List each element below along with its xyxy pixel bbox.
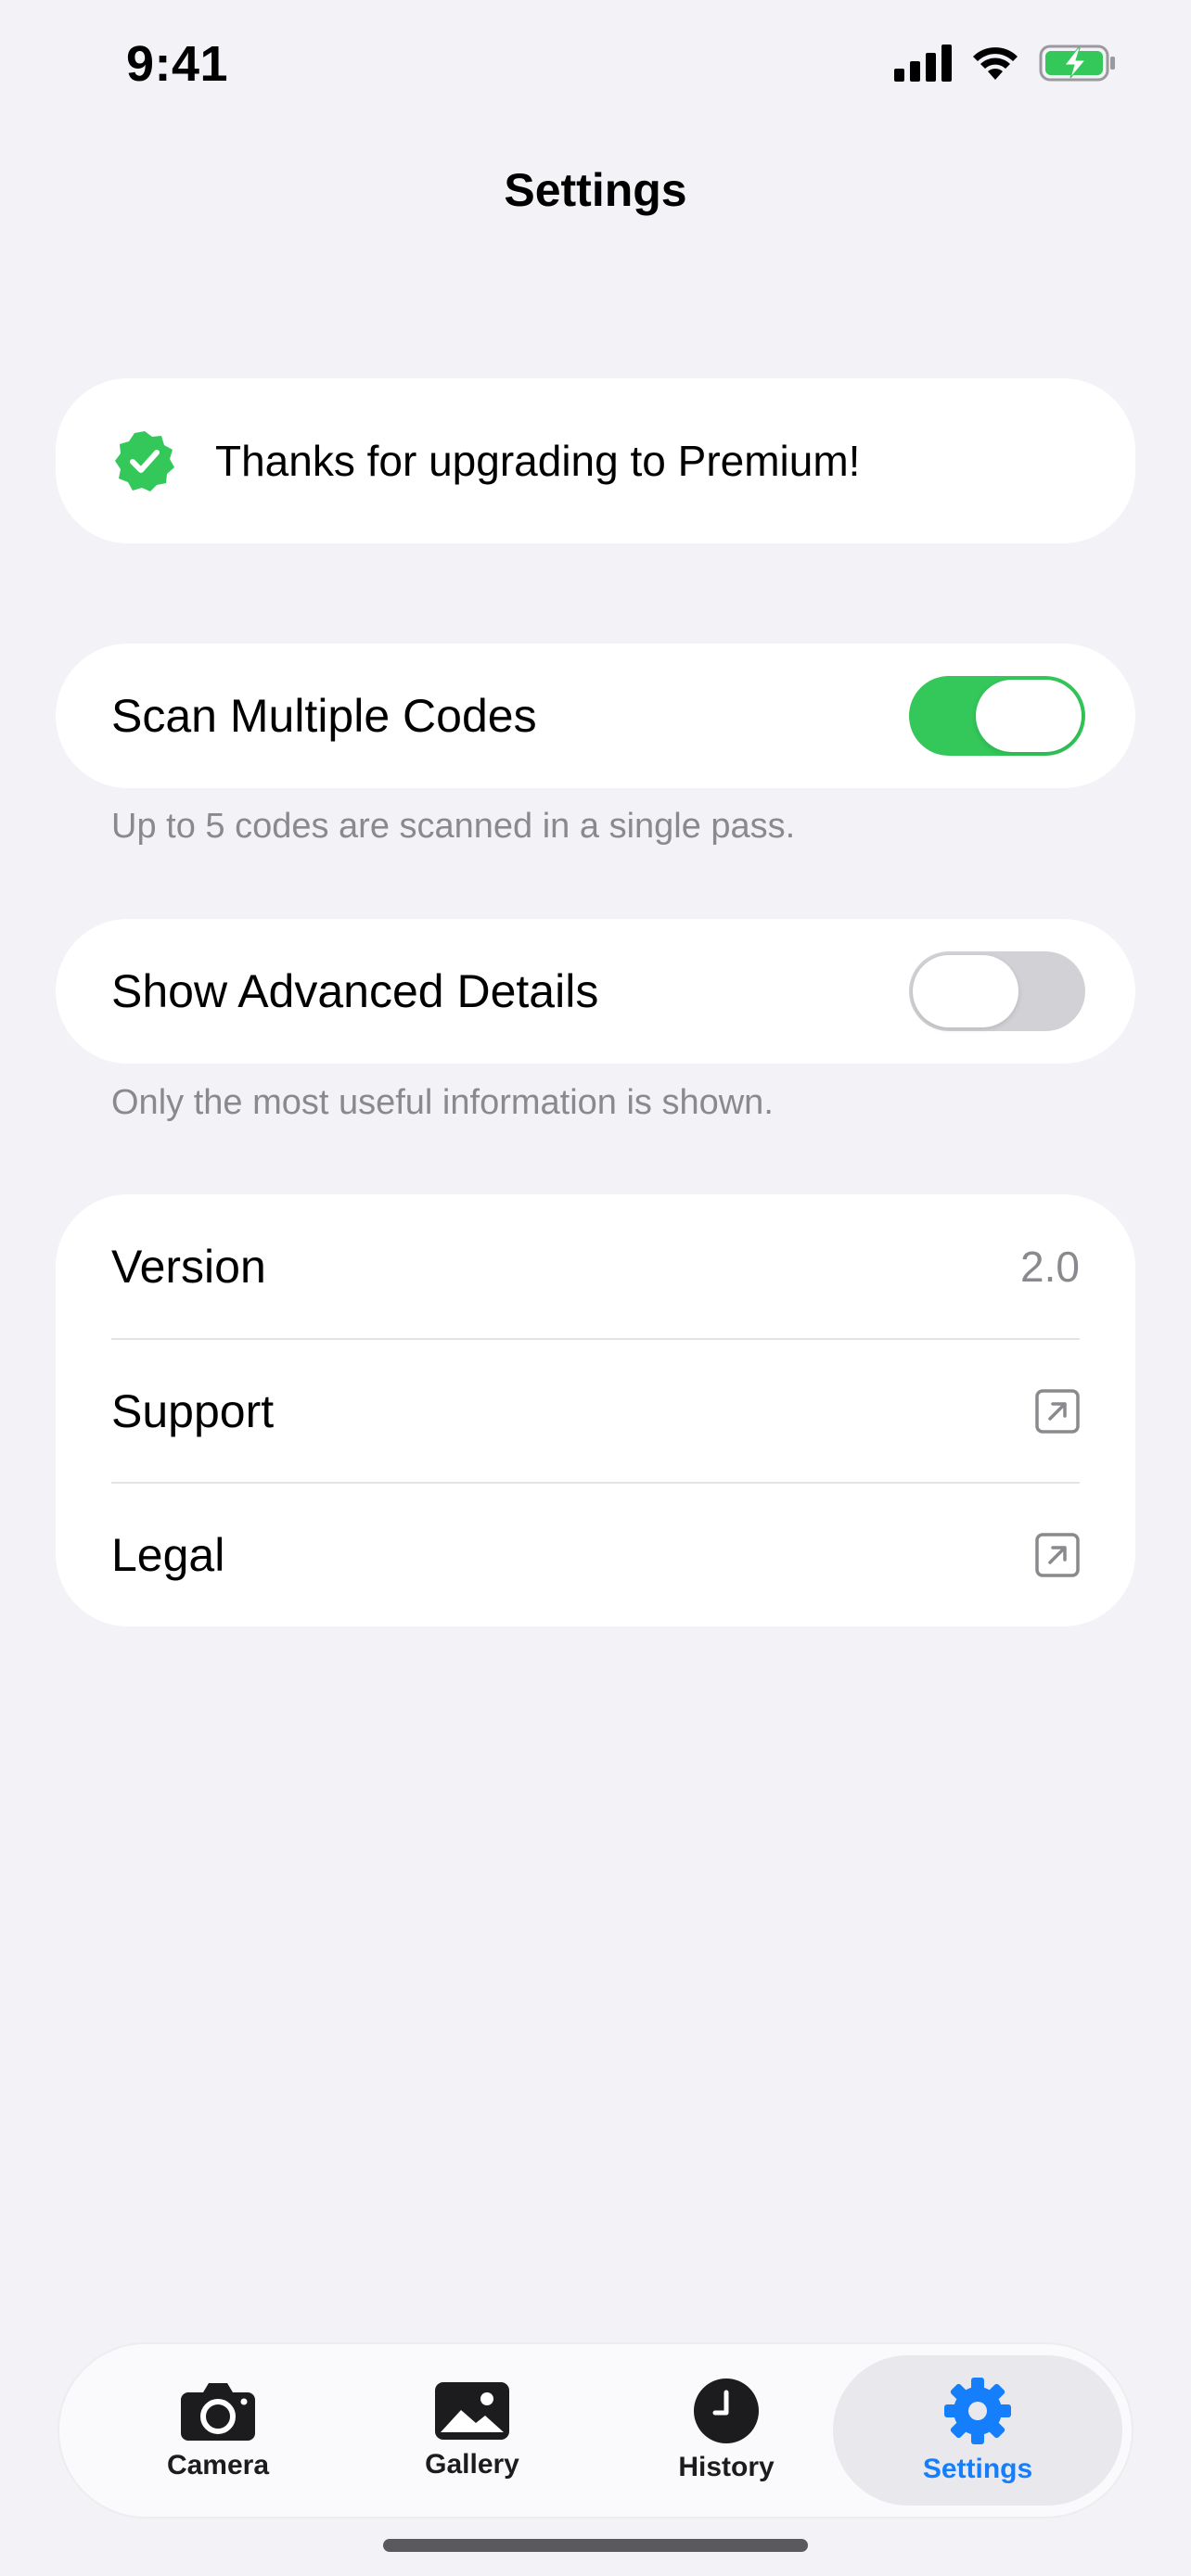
- tab-settings-label: Settings: [922, 2454, 1033, 2484]
- scan-multiple-row: Scan Multiple Codes: [56, 644, 1135, 788]
- tab-bar: Camera Gallery History Settings: [59, 2344, 1132, 2517]
- status-bar: 9:41: [0, 0, 1191, 139]
- toggle-knob: [976, 680, 1082, 752]
- tab-history-label: History: [678, 2452, 775, 2482]
- gear-icon: [944, 2378, 1011, 2444]
- verified-badge-icon: [115, 431, 174, 491]
- toggle-knob: [913, 955, 1018, 1027]
- version-label: Version: [111, 1240, 266, 1293]
- page-title: Settings: [504, 164, 687, 216]
- support-label: Support: [111, 1384, 275, 1437]
- photo-icon: [435, 2382, 509, 2440]
- status-time: 9:41: [126, 36, 229, 92]
- tab-history[interactable]: History: [596, 2355, 857, 2506]
- scan-multiple-toggle[interactable]: [909, 676, 1085, 756]
- clock-icon: [694, 2378, 759, 2443]
- premium-banner: Thanks for upgrading to Premium!: [56, 378, 1135, 543]
- version-row: Version 2.0: [111, 1194, 1080, 1338]
- tab-camera-label: Camera: [166, 2450, 270, 2480]
- info-list: Version 2.0 Support Legal: [56, 1194, 1135, 1626]
- legal-row[interactable]: Legal: [111, 1482, 1080, 1626]
- advanced-details-row: Show Advanced Details: [56, 919, 1135, 1064]
- battery-charging-icon: [1039, 45, 1115, 82]
- tab-settings[interactable]: Settings: [833, 2355, 1122, 2506]
- scan-multiple-label: Scan Multiple Codes: [111, 690, 537, 742]
- advanced-details-label: Show Advanced Details: [111, 965, 599, 1017]
- legal-label: Legal: [111, 1528, 225, 1581]
- external-link-icon: [1035, 1532, 1080, 1577]
- tab-gallery[interactable]: Gallery: [341, 2355, 603, 2506]
- external-link-icon: [1035, 1388, 1080, 1434]
- cellular-signal-icon: [894, 45, 952, 82]
- premium-message: Thanks for upgrading to Premium!: [215, 437, 861, 485]
- scan-multiple-footnote: Up to 5 codes are scanned in a single pa…: [111, 807, 796, 846]
- advanced-details-toggle[interactable]: [909, 951, 1085, 1031]
- advanced-details-footnote: Only the most useful information is show…: [111, 1083, 774, 1122]
- tab-gallery-label: Gallery: [425, 2449, 519, 2480]
- home-indicator: [383, 2539, 808, 2552]
- camera-icon: [181, 2383, 255, 2441]
- status-icons: [894, 45, 1117, 82]
- support-row[interactable]: Support: [111, 1338, 1080, 1482]
- wifi-icon: [973, 47, 1018, 80]
- tab-camera[interactable]: Camera: [87, 2355, 349, 2506]
- version-value: 2.0: [1020, 1242, 1080, 1291]
